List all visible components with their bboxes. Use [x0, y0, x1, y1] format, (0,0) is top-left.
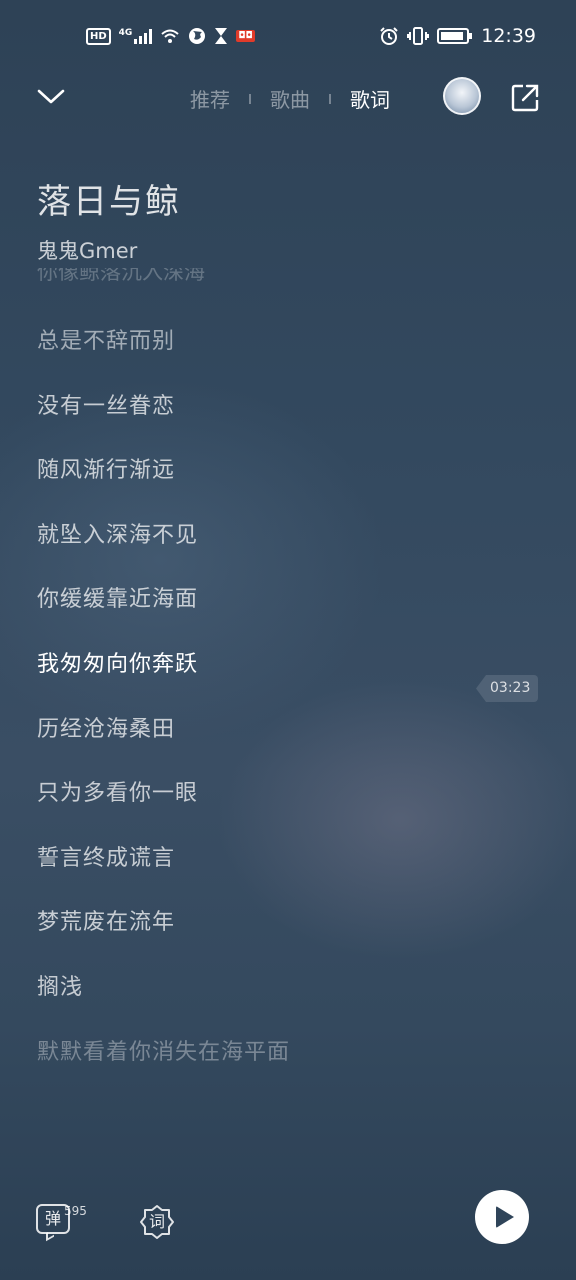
status-bar: HD 4G ◘◘ 12:39	[0, 0, 576, 72]
lyric-line[interactable]: 誓言终成谎言	[37, 842, 477, 907]
tab-lyrics[interactable]: 歌词	[350, 84, 390, 113]
faded-previous-lyric-text: 你像鲸落沉入深海	[37, 268, 205, 284]
wifi-icon	[161, 29, 179, 43]
lyric-line[interactable]: 随风渐行渐远	[37, 454, 477, 519]
song-title: 落日与鲸	[37, 182, 181, 222]
tab-divider	[329, 93, 331, 104]
lyric-line[interactable]: 没有一丝眷恋	[37, 390, 477, 455]
vpn-globe-icon	[189, 28, 206, 44]
lyric-line[interactable]: 默默看着你消失在海平面	[37, 1036, 477, 1101]
lyric-line[interactable]: 总是不辞而别	[37, 325, 477, 390]
play-button[interactable]	[475, 1190, 529, 1244]
lyrics-list[interactable]: 总是不辞而别 没有一丝眷恋 随风渐行渐远 就坠入深海不见 你缓缓靠近海面 我匆匆…	[37, 325, 477, 1100]
tab-recommend[interactable]: 推荐	[190, 84, 230, 113]
lyric-line-current[interactable]: 我匆匆向你奔跃	[37, 648, 477, 713]
lyric-line[interactable]: 搁浅	[37, 971, 477, 1036]
bottom-controls: 弹 595 词	[0, 1190, 576, 1250]
tab-bar: 推荐 歌曲 歌词	[190, 84, 390, 113]
tab-song[interactable]: 歌曲	[270, 84, 310, 113]
vibrate-icon	[407, 27, 430, 45]
lyric-line[interactable]: 就坠入深海不见	[37, 519, 477, 584]
network-type-label: 4G	[118, 28, 133, 38]
tab-divider	[249, 93, 251, 104]
lyric-line[interactable]: 只为多看你一眼	[37, 777, 477, 842]
collapse-chevron-down-icon[interactable]	[36, 84, 66, 108]
4g-signal-icon: 4G	[119, 28, 153, 44]
avatar[interactable]	[443, 77, 481, 115]
share-icon[interactable]	[509, 82, 541, 114]
status-time: 12:39	[481, 25, 536, 47]
faded-previous-lyric: 你像鲸落沉入深海	[37, 268, 205, 290]
lyric-line[interactable]: 梦荒废在流年	[37, 906, 477, 971]
battery-icon	[437, 28, 473, 44]
hourglass-icon	[215, 28, 228, 44]
lyrics-settings-button[interactable]: 词	[139, 1204, 175, 1240]
hd-icon: HD	[86, 27, 111, 45]
lyric-line[interactable]: 你缓缓靠近海面	[37, 583, 477, 648]
danmu-count: 595	[64, 1204, 87, 1218]
status-right-icons: 12:39	[379, 25, 536, 47]
alarm-icon	[380, 27, 398, 45]
song-artist[interactable]: 鬼鬼Gmer	[37, 235, 137, 265]
seek-time-tag[interactable]: 03:23	[476, 675, 539, 702]
status-left-icons: HD 4G ◘◘	[86, 27, 255, 45]
lyric-line[interactable]: 历经沧海桑田	[37, 713, 477, 778]
top-navigation: 推荐 歌曲 歌词	[0, 72, 576, 124]
app-notification-icon: ◘◘	[236, 30, 255, 42]
lyrics-settings-label: 词	[148, 1212, 165, 1231]
